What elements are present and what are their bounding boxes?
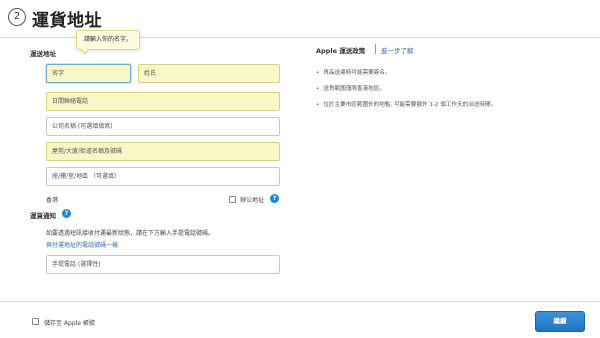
daytime-phone-input[interactable]: 日間聯絡電話 bbox=[46, 92, 280, 111]
shipping-notice-help-icon[interactable]: ? bbox=[62, 209, 71, 218]
tooltip-arrow-fill bbox=[81, 48, 89, 53]
office-address-label: 辦公地址 bbox=[240, 197, 265, 204]
policy-item: • 位於主要市區範圍外的地點, 可能需要額外 1-2 個工作天的派送時間。 bbox=[316, 100, 496, 108]
shipping-notice-description: 如要透過短訊接收付運最新狀態，請在下方輸入手提電話號碼。 bbox=[46, 230, 215, 237]
shipping-address-label: 運送地址 bbox=[30, 50, 56, 58]
policy-item-text: 位於主要市區範圍外的地點, 可能需要額外 1-2 個工作天的派送時間。 bbox=[323, 102, 497, 108]
office-address-help-icon[interactable]: ? bbox=[270, 194, 279, 203]
policy-learn-more-link[interactable]: 進一步了解 bbox=[381, 45, 414, 55]
save-to-apple-account-checkbox[interactable] bbox=[32, 318, 39, 325]
unit-input[interactable]: 座/樓/室/地區 （可選填） bbox=[46, 167, 280, 186]
shipping-notice-label: 運貨通知 bbox=[30, 212, 56, 220]
same-as-phone-link[interactable]: 與付運地址的電話號碼一樣 bbox=[46, 240, 118, 249]
last-name-input[interactable]: 姓氏 bbox=[138, 64, 280, 83]
office-address-checkbox[interactable] bbox=[229, 196, 236, 203]
policy-item-text: 送貨範圍僅限香港地區。 bbox=[323, 86, 385, 92]
bullet-icon: • bbox=[316, 86, 320, 92]
policy-item: • 送貨範圍僅限香港地區。 bbox=[316, 84, 385, 92]
mobile-phone-input[interactable]: 手提電話 (選擇性) bbox=[46, 255, 280, 274]
policy-divider bbox=[375, 44, 376, 54]
policy-title: Apple 運送政策 bbox=[316, 47, 366, 55]
step-number-icon: 2 bbox=[8, 8, 26, 26]
street-input[interactable]: 屋苑/大廈/街道名稱及號碼 bbox=[46, 142, 280, 161]
page-title: 運貨地址 bbox=[32, 11, 102, 31]
continue-button[interactable]: 繼續 bbox=[535, 311, 585, 332]
company-input[interactable]: 公司名稱 (可選填填寫) bbox=[46, 117, 280, 136]
policy-item-text: 貨品送達時可能需要簽名。 bbox=[323, 70, 391, 76]
first-name-input[interactable]: 名字 bbox=[46, 64, 131, 83]
policy-item: • 貨品送達時可能需要簽名。 bbox=[316, 68, 390, 76]
save-to-apple-account-label: 儲存至 Apple 帳號 bbox=[44, 320, 95, 327]
bullet-icon: • bbox=[316, 102, 320, 108]
region-text: 香港 bbox=[46, 197, 59, 204]
name-tooltip: 請輸入你的名字。 bbox=[76, 30, 140, 50]
bullet-icon: • bbox=[316, 70, 320, 76]
